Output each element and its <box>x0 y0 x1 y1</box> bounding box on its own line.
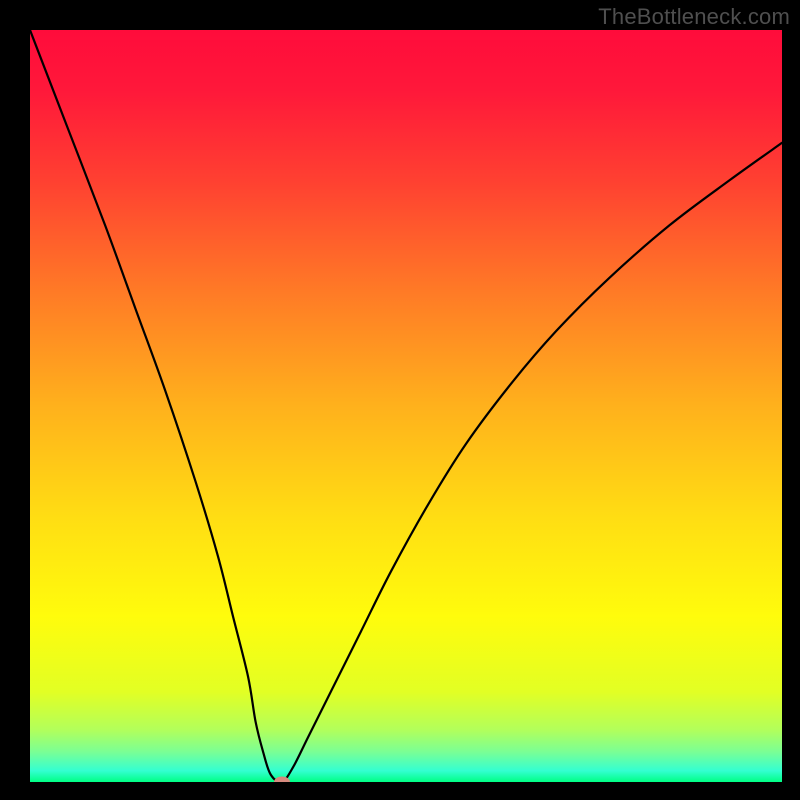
chart-frame: TheBottleneck.com <box>0 0 800 800</box>
plot-area <box>30 30 782 782</box>
optimal-point-marker <box>274 777 290 783</box>
bottleneck-curve <box>30 30 782 782</box>
source-credit: TheBottleneck.com <box>598 4 790 30</box>
